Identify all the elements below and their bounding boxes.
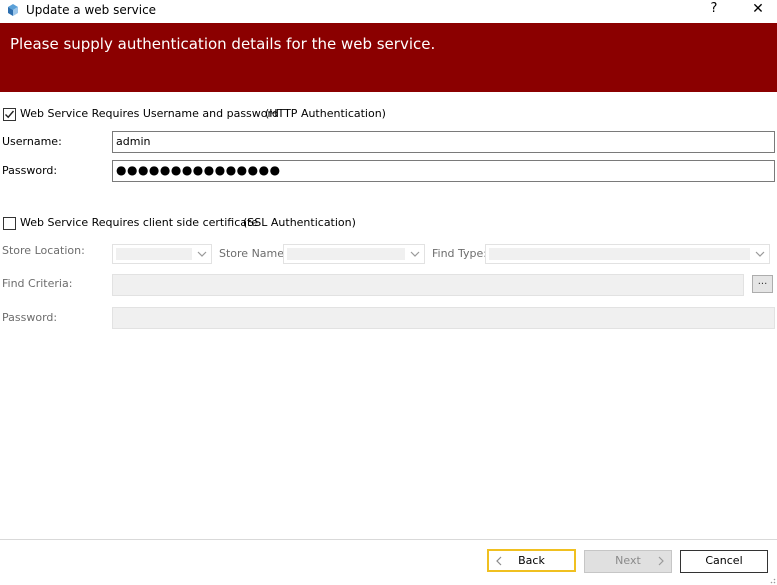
browse-button[interactable]: ...: [752, 275, 773, 293]
find-type-label: Find Type:: [432, 247, 488, 260]
password-label: Password:: [2, 164, 58, 177]
store-name-select[interactable]: [283, 244, 425, 264]
checkmark-icon: [5, 110, 15, 119]
store-location-label: Store Location:: [2, 244, 85, 257]
store-location-value: [116, 248, 192, 260]
find-type-select[interactable]: [485, 244, 770, 264]
ssl-password-input[interactable]: [112, 307, 775, 329]
http-auth-checkbox[interactable]: [3, 108, 16, 121]
back-button[interactable]: Back: [487, 549, 576, 572]
chevron-down-icon: [197, 251, 207, 257]
close-button[interactable]: ✕: [745, 0, 771, 18]
next-button[interactable]: Next: [584, 550, 672, 573]
chevron-down-icon: [410, 251, 420, 257]
chevron-down-icon: [755, 251, 765, 257]
next-button-label: Next: [615, 554, 641, 567]
cancel-button[interactable]: Cancel: [680, 550, 768, 573]
title-bar: Update a web service ? ✕: [0, 0, 777, 22]
http-auth-sublabel: (HTTP Authentication): [265, 107, 386, 120]
banner-text: Please supply authentication details for…: [10, 35, 436, 53]
ssl-password-label: Password:: [2, 311, 58, 324]
ssl-auth-checkbox[interactable]: [3, 217, 16, 230]
store-location-select[interactable]: [112, 244, 212, 264]
store-name-label: Store Name:: [219, 247, 288, 260]
store-name-value: [287, 248, 405, 260]
username-input[interactable]: admin: [112, 131, 775, 153]
header-banner: Please supply authentication details for…: [0, 23, 777, 92]
username-label: Username:: [2, 135, 62, 148]
chevron-right-icon: [658, 556, 664, 566]
cancel-button-label: Cancel: [705, 554, 743, 567]
ssl-auth-label[interactable]: Web Service Requires client side certifi…: [20, 216, 258, 230]
chevron-left-icon: [496, 556, 502, 566]
back-button-label: Back: [518, 554, 545, 567]
find-type-value: [489, 248, 750, 260]
window-title: Update a web service: [26, 3, 157, 17]
password-input[interactable]: ●●●●●●●●●●●●●●●: [112, 160, 775, 182]
app-icon: [8, 4, 18, 16]
footer-divider: [0, 539, 777, 540]
http-auth-label[interactable]: Web Service Requires Username and passwo…: [20, 107, 279, 121]
ssl-auth-sublabel: (SSL Authentication): [243, 216, 356, 229]
resize-grip-icon[interactable]: [768, 576, 776, 584]
find-criteria-input[interactable]: [112, 274, 744, 296]
find-criteria-label: Find Criteria:: [2, 277, 73, 290]
help-button[interactable]: ?: [703, 0, 725, 18]
